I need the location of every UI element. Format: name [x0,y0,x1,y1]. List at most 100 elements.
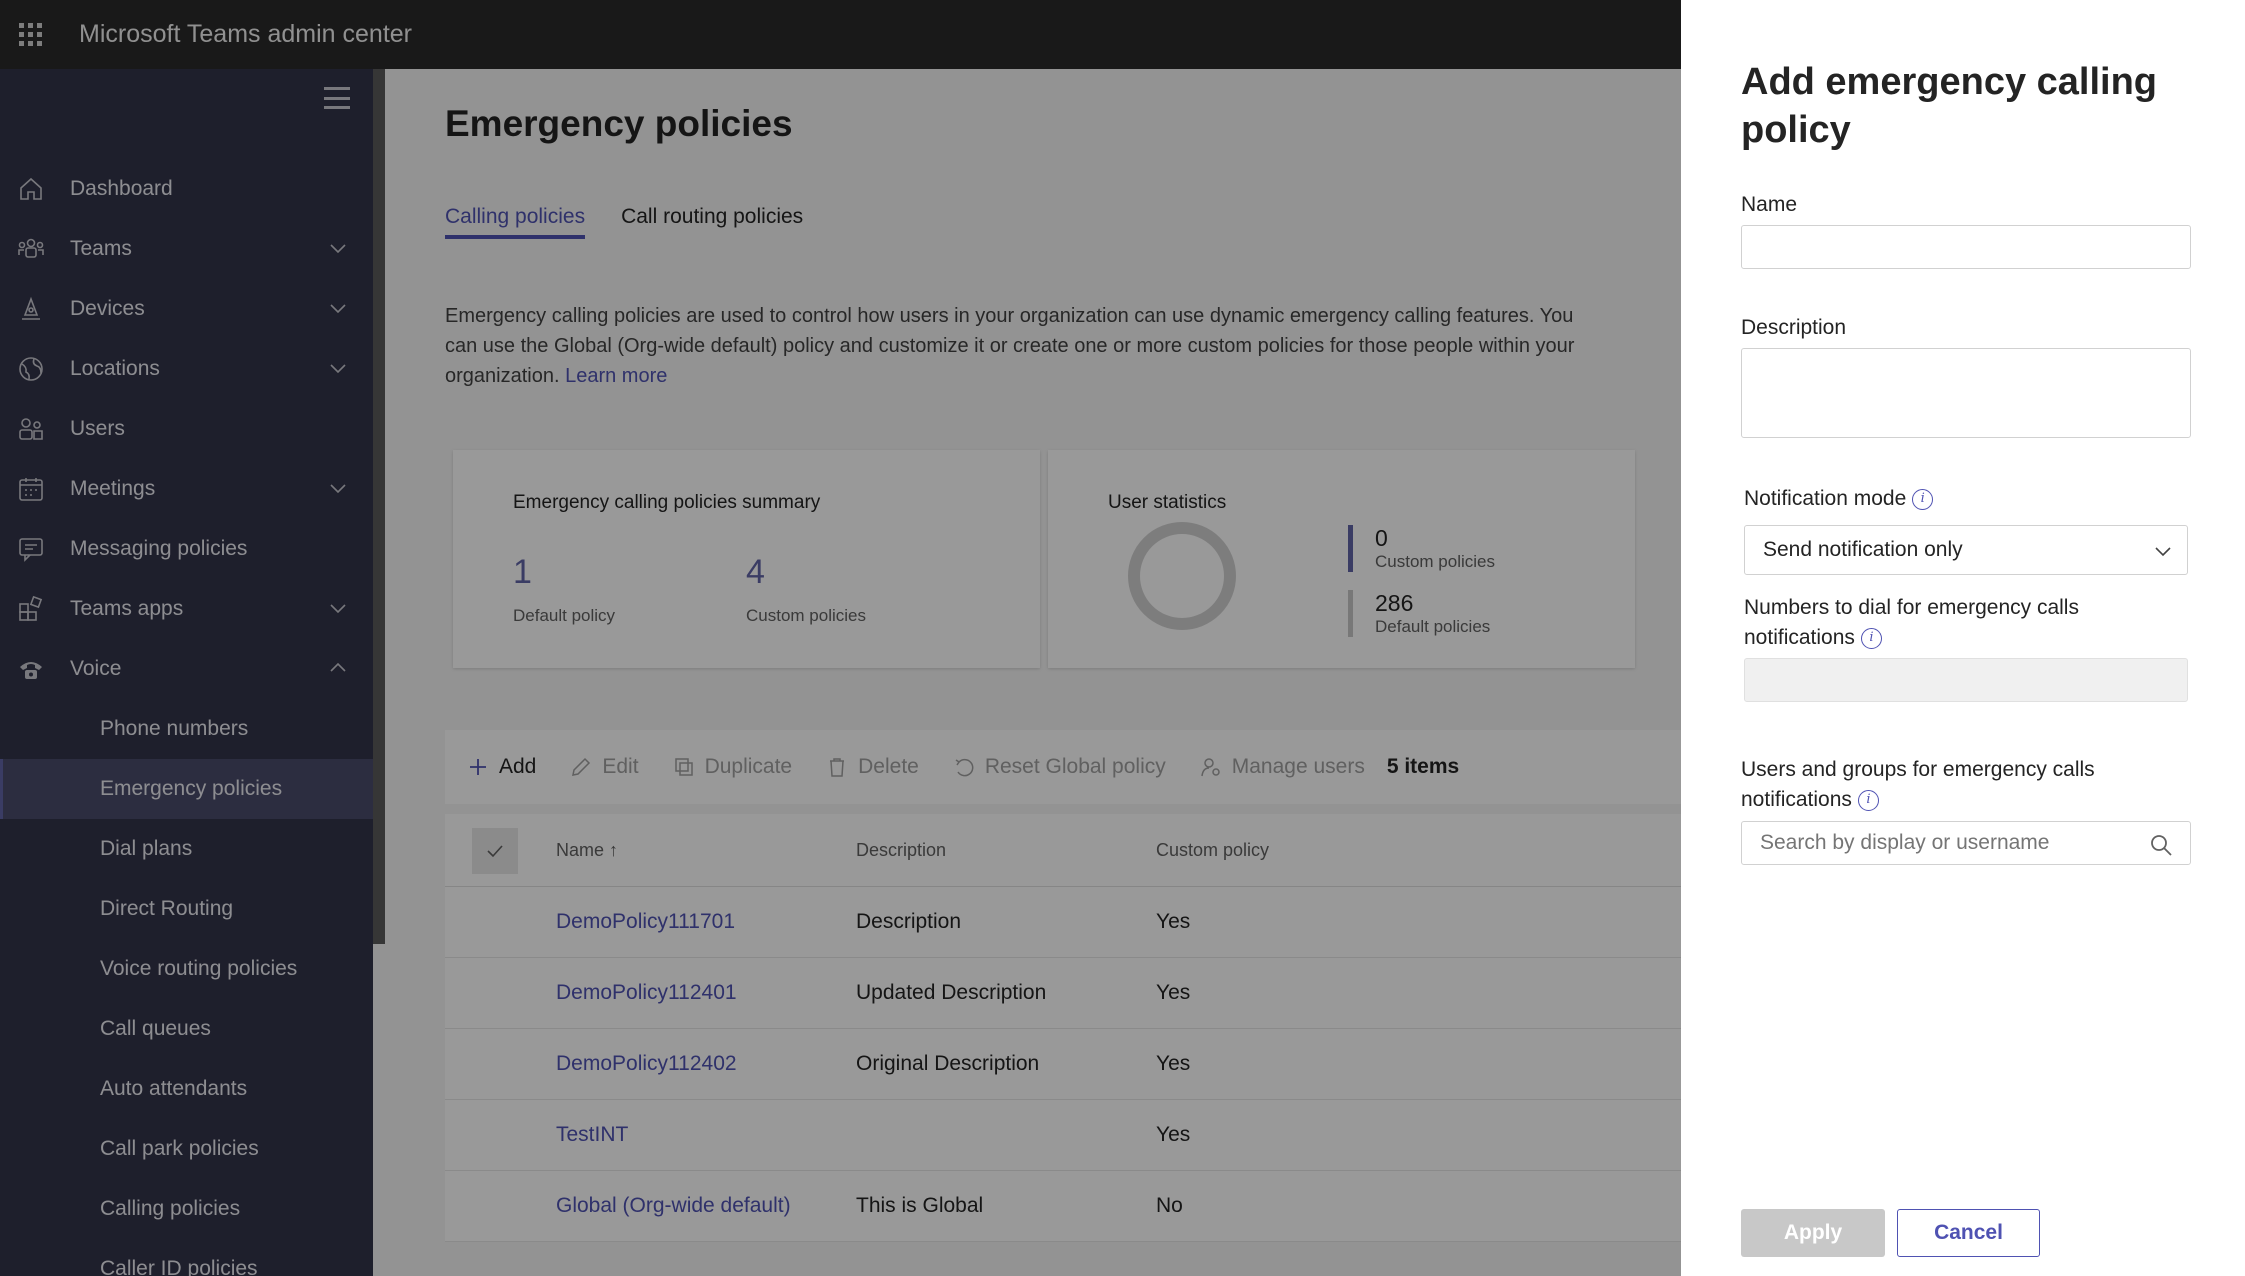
add-policy-panel: Add emergency calling policy Name Descri… [1681,0,2245,1276]
devices-icon [0,295,70,323]
sidebar-scrollbar[interactable] [373,69,385,944]
manage-users-icon [1201,758,1220,777]
table-row[interactable]: DemoPolicy111701 Description Yes [445,887,1685,958]
top-bar: Microsoft Teams admin center [0,0,1681,69]
sidebar-subitem-dial-plans[interactable]: Dial plans [0,819,373,879]
sidebar-subitem-auto-attendants[interactable]: Auto attendants [0,1059,373,1119]
duplicate-button[interactable]: Duplicate [673,755,793,779]
main-content: Emergency policies Calling policies Call… [385,69,1685,1276]
delete-button[interactable]: Delete [826,755,919,779]
sidebar-subitem-call-queues[interactable]: Call queues [0,999,373,1059]
globe-icon [0,355,70,383]
sidebar-subitem-caller-id-policies[interactable]: Caller ID policies [0,1239,373,1276]
table-row[interactable]: DemoPolicy112402 Original Description Ye… [445,1029,1685,1100]
numbers-to-dial-input[interactable] [1744,658,2188,702]
sidebar-item-users[interactable]: Users [0,399,373,459]
app-launcher-button[interactable] [0,0,60,69]
sidebar-item-label: Voice [70,657,122,680]
hamburger-menu-icon[interactable] [324,87,350,109]
users-groups-label: Users and groups for emergency calls not… [1741,755,2095,815]
waffle-icon [18,23,42,46]
user-statistics-card: User statistics 0 Custom policies 286 De… [1048,450,1635,668]
sidebar-item-label: Locations [70,357,160,380]
manage-users-label: Manage users [1231,755,1365,778]
sidebar-subitem-call-park-policies[interactable]: Call park policies [0,1119,373,1179]
policy-custom-flag: Yes [1156,1123,1191,1146]
info-icon[interactable]: i [1860,627,1882,649]
custom-policy-count: 4 [746,553,765,591]
policy-description: Original Description [856,1052,1040,1075]
summary-card: Emergency calling policies summary 1 Def… [453,450,1040,668]
description-textarea[interactable] [1741,348,2191,438]
sidebar-subitem-phone-numbers[interactable]: Phone numbers [0,699,373,759]
apply-button[interactable]: Apply [1741,1209,1885,1257]
policy-name-link[interactable]: DemoPolicy112401 [556,981,737,1005]
name-input[interactable] [1741,225,2191,269]
policy-custom-flag: No [1156,1194,1183,1217]
plus-icon [470,759,486,775]
numbers-to-dial-label-line1: Numbers to dial for emergency calls [1744,596,2079,619]
table-row[interactable]: TestINT Yes [445,1100,1685,1171]
custom-users-label: Custom policies [1375,552,1495,571]
select-all-checkbox[interactable] [472,828,518,874]
sidebar-nav: Dashboard Teams Devices Locations Users … [0,159,373,1276]
custom-users-stat: 0 Custom policies [1348,525,1495,572]
sidebar-subitem-calling-policies[interactable]: Calling policies [0,1179,373,1239]
policy-name-link[interactable]: Global (Org-wide default) [556,1194,791,1218]
page-title: Emergency policies [445,103,793,144]
policy-name-link[interactable]: TestINT [556,1123,628,1147]
column-header-custom-policy[interactable]: Custom policy [1156,840,1269,861]
checkmark-icon [487,845,503,858]
sidebar-item-dashboard[interactable]: Dashboard [0,159,373,219]
reset-label: Reset Global policy [984,755,1166,778]
notification-mode-dropdown[interactable]: Send notification only [1744,525,2188,575]
info-icon[interactable]: i [1912,488,1934,510]
table-header: Name ↑ Description Custom policy [445,814,1685,887]
users-groups-label-line2: notifications [1741,788,1852,811]
edit-button[interactable]: Edit [570,755,639,779]
user-statistics-title: User statistics [1108,492,1227,513]
items-count: 5 items [1386,755,1460,778]
learn-more-link[interactable]: Learn more [565,365,667,387]
numbers-to-dial-label: Numbers to dial for emergency calls noti… [1744,593,2079,653]
manage-users-button[interactable]: Manage users [1200,755,1365,779]
policies-table: Name ↑ Description Custom policy DemoPol… [445,814,1685,1242]
custom-users-count: 0 [1375,525,1388,551]
column-header-description[interactable]: Description [856,840,946,861]
search-icon[interactable] [2148,832,2174,858]
notification-mode-label: Notification mode i [1744,484,1934,514]
sidebar-item-label: Messaging policies [70,537,248,560]
sidebar-subitem-voice-routing-policies[interactable]: Voice routing policies [0,939,373,999]
notification-mode-label-text: Notification mode [1744,487,1907,510]
sidebar-item-teams-apps[interactable]: Teams apps [0,579,373,639]
add-button[interactable]: Add [467,755,536,779]
sidebar-subitem-direct-routing[interactable]: Direct Routing [0,879,373,939]
reset-global-policy-button[interactable]: Reset Global policy [953,755,1166,779]
tab-calling-policies[interactable]: Calling policies [445,205,586,239]
sidebar-item-label: Meetings [70,477,156,500]
users-groups-search-input[interactable] [1741,821,2191,865]
duplicate-label: Duplicate [704,755,793,778]
policy-name-link[interactable]: DemoPolicy112402 [556,1052,737,1076]
description-label: Description [1741,316,1847,339]
sidebar-subitem-emergency-policies[interactable]: Emergency policies [0,759,373,819]
sidebar-item-voice[interactable]: Voice [0,639,373,699]
info-icon[interactable]: i [1857,789,1879,811]
table-row[interactable]: DemoPolicy112401 Updated Description Yes [445,958,1685,1029]
sidebar-item-label: Dashboard [70,177,173,200]
cancel-button[interactable]: Cancel [1897,1209,2040,1257]
numbers-to-dial-label-line2: notifications [1744,626,1855,649]
sidebar-item-label: Users [70,417,125,440]
sidebar-item-locations[interactable]: Locations [0,339,373,399]
table-row[interactable]: Global (Org-wide default) This is Global… [445,1171,1685,1242]
pencil-icon [572,757,591,776]
delete-label: Delete [858,755,919,778]
sidebar-item-messaging-policies[interactable]: Messaging policies [0,519,373,579]
chevron-down-icon [330,604,346,614]
sidebar-item-meetings[interactable]: Meetings [0,459,373,519]
sidebar-item-teams[interactable]: Teams [0,219,373,279]
sidebar-item-devices[interactable]: Devices [0,279,373,339]
column-header-name[interactable]: Name ↑ [556,840,618,861]
tab-call-routing-policies[interactable]: Call routing policies [621,205,803,239]
policy-name-link[interactable]: DemoPolicy111701 [556,910,735,934]
